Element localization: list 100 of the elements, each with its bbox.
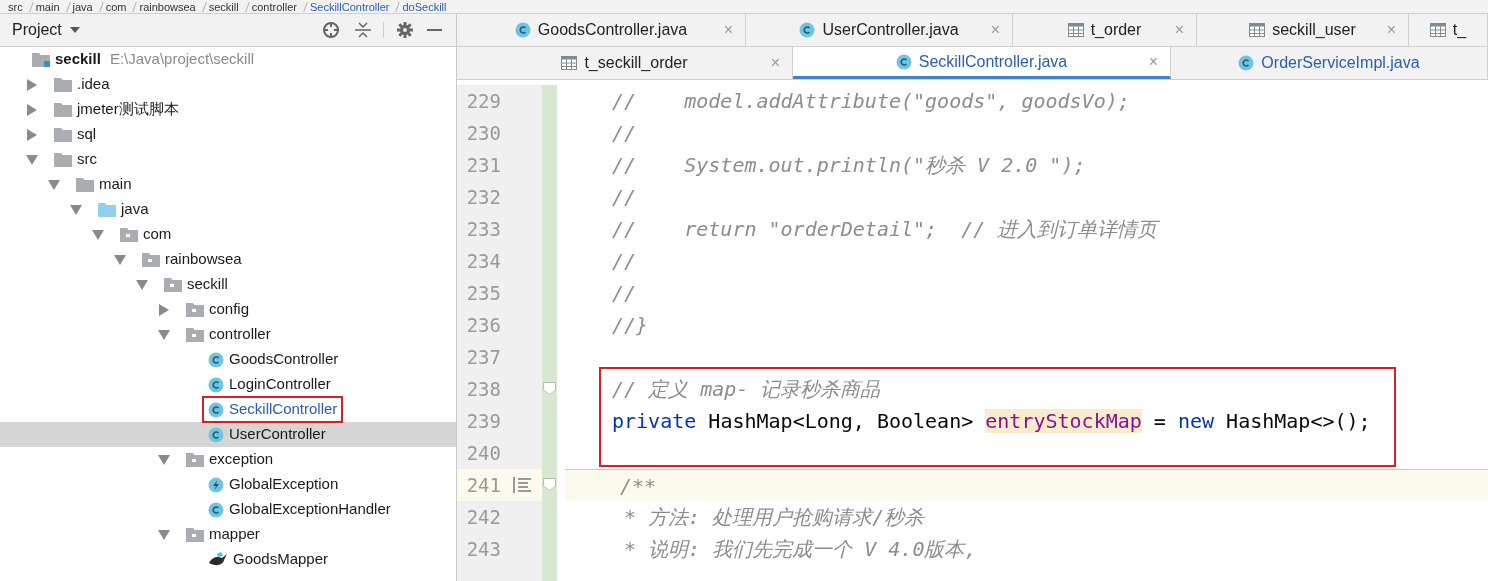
tree-item[interactable]: com xyxy=(0,222,456,247)
collapsed-arrow-icon[interactable] xyxy=(26,128,38,141)
line-number: 239 xyxy=(465,408,501,434)
fold-icon[interactable] xyxy=(543,478,556,491)
tree-item[interactable]: src xyxy=(0,147,456,172)
class-icon xyxy=(1238,55,1255,71)
tree-label: seckill xyxy=(55,49,101,70)
expanded-arrow-icon[interactable] xyxy=(92,228,104,241)
tree-item[interactable]: sql xyxy=(0,122,456,147)
folder-icon xyxy=(186,452,204,467)
expanded-arrow-icon[interactable] xyxy=(158,528,170,541)
tree-label: jmeter测试脚本 xyxy=(77,99,179,120)
breadcrumb-item[interactable]: main xyxy=(35,0,60,13)
editor-tab[interactable]: seckill_user × xyxy=(1197,14,1409,46)
tree-item[interactable]: rainbowsea xyxy=(0,247,456,272)
fold-icon[interactable] xyxy=(543,382,556,395)
line-number: 238 xyxy=(465,376,501,402)
tree-item[interactable]: config xyxy=(0,297,456,322)
folder-icon xyxy=(54,77,72,92)
tree-label: GlobalException xyxy=(229,474,339,495)
settings-icon[interactable] xyxy=(397,22,413,38)
breadcrumb-item[interactable]: doSeckill xyxy=(402,0,447,13)
breadcrumb-item[interactable]: src xyxy=(8,0,23,13)
line-number: 234 xyxy=(465,248,501,274)
tree-item[interactable]: SeckillController xyxy=(0,397,456,422)
editor-tab[interactable]: OrderServiceImpl.java xyxy=(1171,47,1488,79)
folder-icon xyxy=(186,327,204,342)
tree-label: config xyxy=(209,299,250,320)
tree-label: SeckillController xyxy=(229,399,338,420)
tab-label: UserController.java xyxy=(822,20,959,40)
breadcrumb-item[interactable]: controller xyxy=(251,0,297,13)
tree-label: controller xyxy=(209,324,271,345)
tree-item[interactable]: java xyxy=(0,197,456,222)
tree-label: com xyxy=(143,224,172,245)
line-number: 231 xyxy=(465,152,501,178)
tree-label: .idea xyxy=(77,74,110,95)
expanded-arrow-icon[interactable] xyxy=(158,453,170,466)
expanded-arrow-icon[interactable] xyxy=(114,253,126,266)
folder-icon xyxy=(186,302,204,317)
expanded-arrow-icon[interactable] xyxy=(158,328,170,341)
editor-tab[interactable]: t_order × xyxy=(1013,14,1197,46)
tree-item[interactable]: UserController xyxy=(0,422,456,447)
table-icon xyxy=(1249,23,1266,37)
expanded-arrow-icon[interactable] xyxy=(48,178,60,191)
editor-tab[interactable]: UserController.java × xyxy=(746,14,1013,46)
code-line: //} xyxy=(612,312,649,339)
tree-item[interactable]: seckill xyxy=(0,272,456,297)
folder-icon xyxy=(164,277,182,292)
breadcrumb-item[interactable]: rainbowsea xyxy=(139,0,196,13)
folder-icon xyxy=(186,527,204,542)
class-icon xyxy=(514,22,531,38)
code-line: private HashMap<Long, Boolean> entryStockMap = new HashMap<>(); xyxy=(612,408,1371,435)
tree-label: sql xyxy=(77,124,97,145)
breadcrumb-item[interactable]: SeckillController xyxy=(309,0,390,13)
breadcrumb-item[interactable]: com xyxy=(105,0,127,13)
collapsed-arrow-icon[interactable] xyxy=(26,78,38,91)
table-icon xyxy=(1067,23,1084,37)
tree-item[interactable]: exception xyxy=(0,447,456,472)
tree-label: GoodsController xyxy=(229,349,339,370)
editor-tab[interactable]: t_ xyxy=(1409,14,1488,46)
editor-tab[interactable]: GoodsController.java × xyxy=(457,14,746,46)
table-icon xyxy=(1429,23,1446,37)
line-number: 240 xyxy=(465,440,501,466)
locate-icon[interactable] xyxy=(322,21,340,39)
tree-item[interactable]: seckill E:\Java\project\seckill xyxy=(0,47,456,72)
tree-item[interactable]: .idea xyxy=(0,72,456,97)
class-icon xyxy=(799,22,816,38)
collapse-icon[interactable] xyxy=(355,22,371,38)
tab-label: t_order xyxy=(1090,20,1142,40)
tree-label: GoodsMapper xyxy=(233,549,329,570)
code-line: /** xyxy=(620,472,657,500)
line-number: 230 xyxy=(465,120,501,146)
expanded-arrow-icon[interactable] xyxy=(26,153,38,166)
tree-item[interactable]: GoodsMapper xyxy=(0,547,456,572)
tree-item[interactable]: jmeter测试脚本 xyxy=(0,97,456,122)
breadcrumb-item[interactable]: java xyxy=(72,0,93,13)
editor-tab[interactable]: SeckillController.java × xyxy=(793,47,1171,79)
breadcrumb-item[interactable]: seckill xyxy=(208,0,239,13)
tree-item[interactable]: GoodsController xyxy=(0,347,456,372)
dropdown-icon[interactable] xyxy=(69,27,80,33)
panel-title[interactable]: Project xyxy=(12,18,62,42)
line-number: 242 xyxy=(465,504,501,530)
folder-icon xyxy=(98,202,116,217)
line-number: 237 xyxy=(465,344,501,370)
line-number: 243 xyxy=(465,536,501,562)
tree-item[interactable]: controller xyxy=(0,322,456,347)
expanded-arrow-icon[interactable] xyxy=(70,203,82,216)
line-number: 235 xyxy=(465,280,501,306)
table-icon xyxy=(561,56,578,70)
line-number: 236 xyxy=(465,312,501,338)
tree-item[interactable]: main xyxy=(0,172,456,197)
tree-item[interactable]: LoginController xyxy=(0,372,456,397)
tree-item[interactable]: mapper xyxy=(0,522,456,547)
collapsed-arrow-icon[interactable] xyxy=(26,103,38,116)
collapsed-arrow-icon[interactable] xyxy=(158,303,170,316)
code-line: // model.addAttribute("goods", goodsVo); xyxy=(612,88,1130,115)
tree-item[interactable]: GlobalException xyxy=(0,472,456,497)
folder-icon xyxy=(54,127,72,142)
tree-item[interactable]: GlobalExceptionHandler xyxy=(0,497,456,522)
expanded-arrow-icon[interactable] xyxy=(136,278,148,291)
